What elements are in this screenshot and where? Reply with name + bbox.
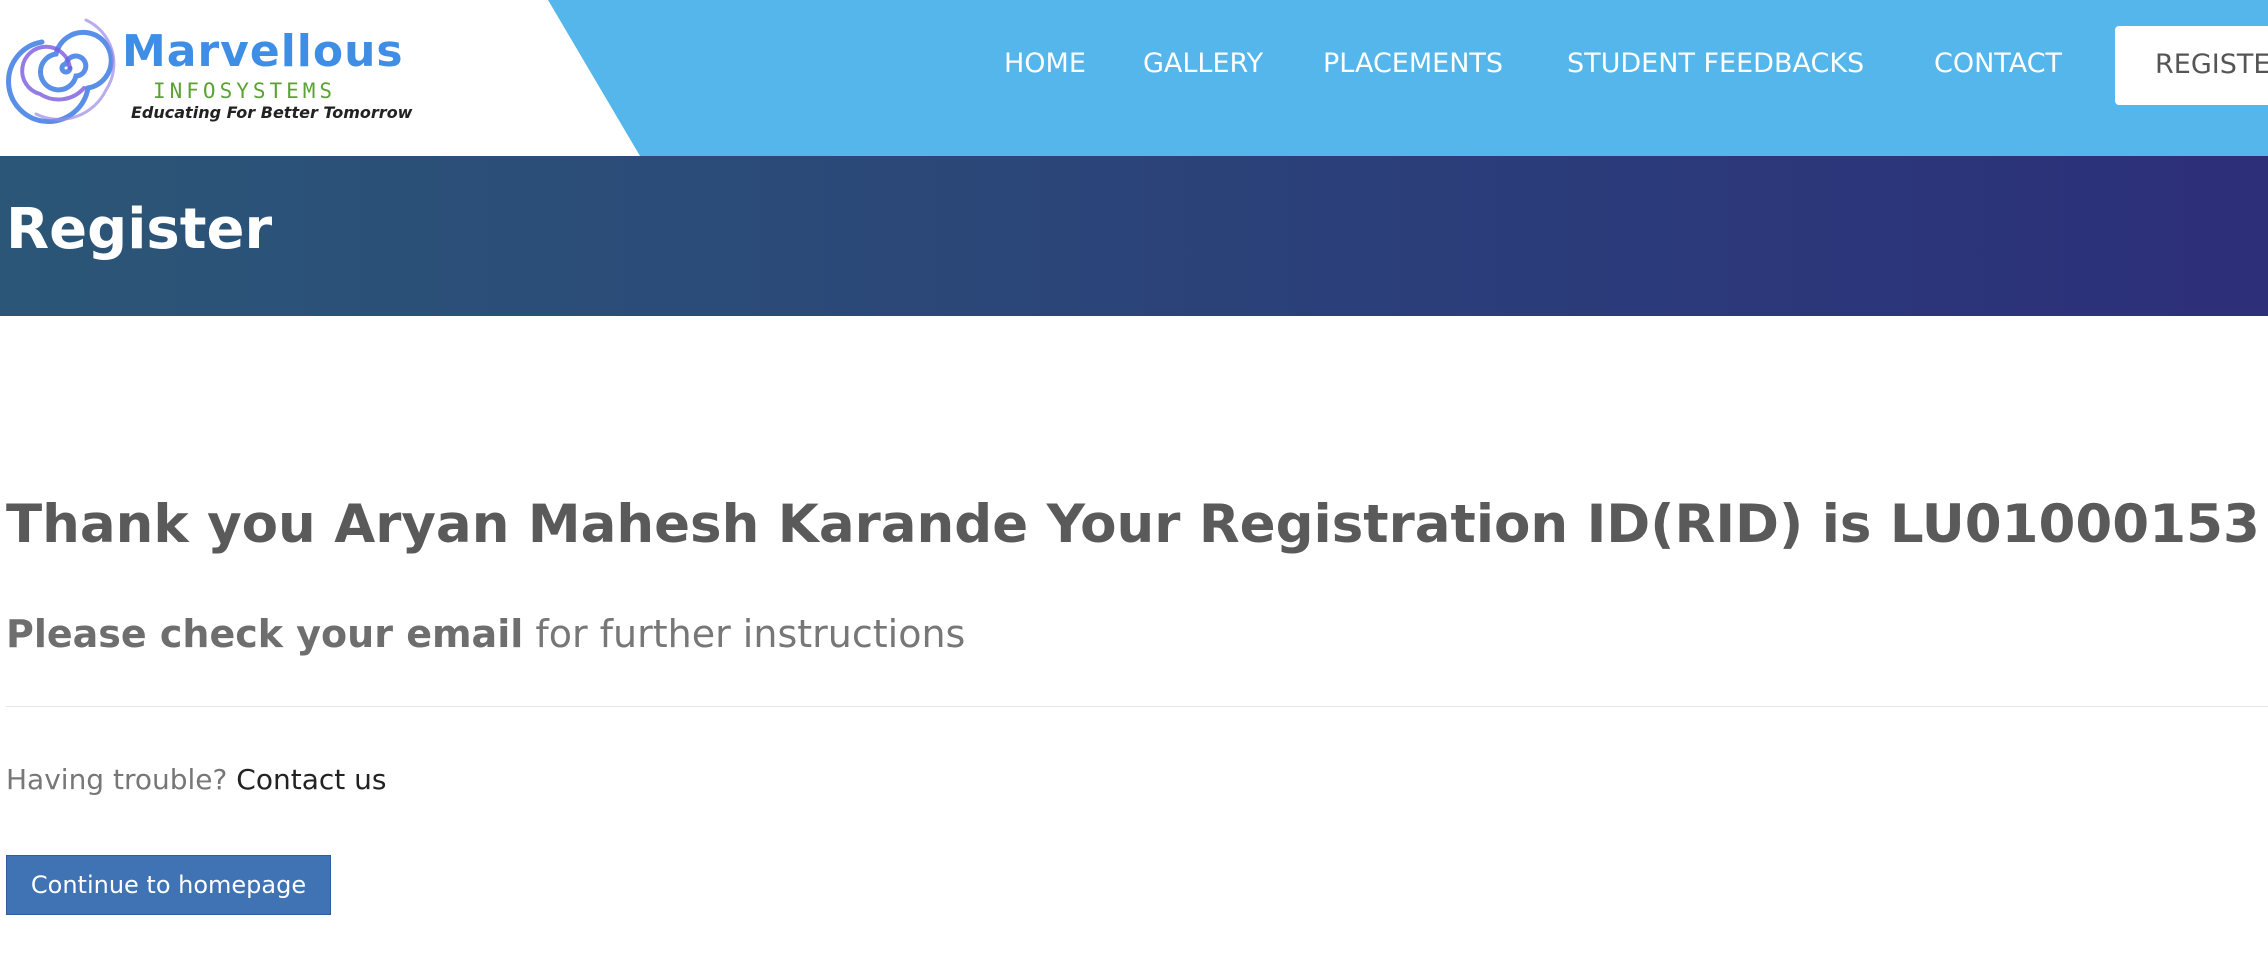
logo[interactable]: Marvellous INFOSYSTEMS Educating For Bet…: [0, 0, 640, 156]
registration-confirmation: Thank you Aryan Mahesh Karande Your Regi…: [6, 494, 2260, 555]
logo-tagline: Educating For Better Tomorrow: [131, 103, 413, 122]
nav-contact[interactable]: CONTACT: [1934, 50, 2062, 77]
divider: [6, 706, 2268, 707]
page: Marvellous INFOSYSTEMS Educating For Bet…: [0, 0, 2268, 976]
nav-student-feedbacks[interactable]: STUDENT FEEDBACKS: [1567, 50, 1864, 77]
page-title: Register: [6, 197, 273, 262]
swirl-logo-icon: [6, 18, 116, 124]
contact-us-link[interactable]: Contact us: [236, 763, 386, 796]
email-instructions: Please check your email for further inst…: [6, 612, 965, 658]
logo-subtitle: INFOSYSTEMS: [153, 79, 337, 103]
site-header: Marvellous INFOSYSTEMS Educating For Bet…: [0, 0, 2268, 156]
trouble-text: Having trouble? Contact us: [6, 763, 386, 797]
page-banner: Register: [0, 156, 2268, 316]
logo-name: Marvellous: [122, 26, 404, 77]
register-button-label: REGISTER: [2155, 49, 2268, 80]
email-instructions-bold: Please check your email: [6, 612, 524, 656]
continue-to-homepage-button[interactable]: Continue to homepage: [6, 855, 331, 915]
trouble-label: Having trouble?: [6, 763, 237, 796]
nav-gallery[interactable]: GALLERY: [1143, 50, 1263, 77]
register-button[interactable]: REGISTER: [2115, 26, 2268, 105]
email-instructions-rest: for further instructions: [523, 612, 966, 656]
nav-placements[interactable]: PLACEMENTS: [1323, 50, 1503, 77]
nav-home[interactable]: HOME: [1004, 50, 1086, 77]
